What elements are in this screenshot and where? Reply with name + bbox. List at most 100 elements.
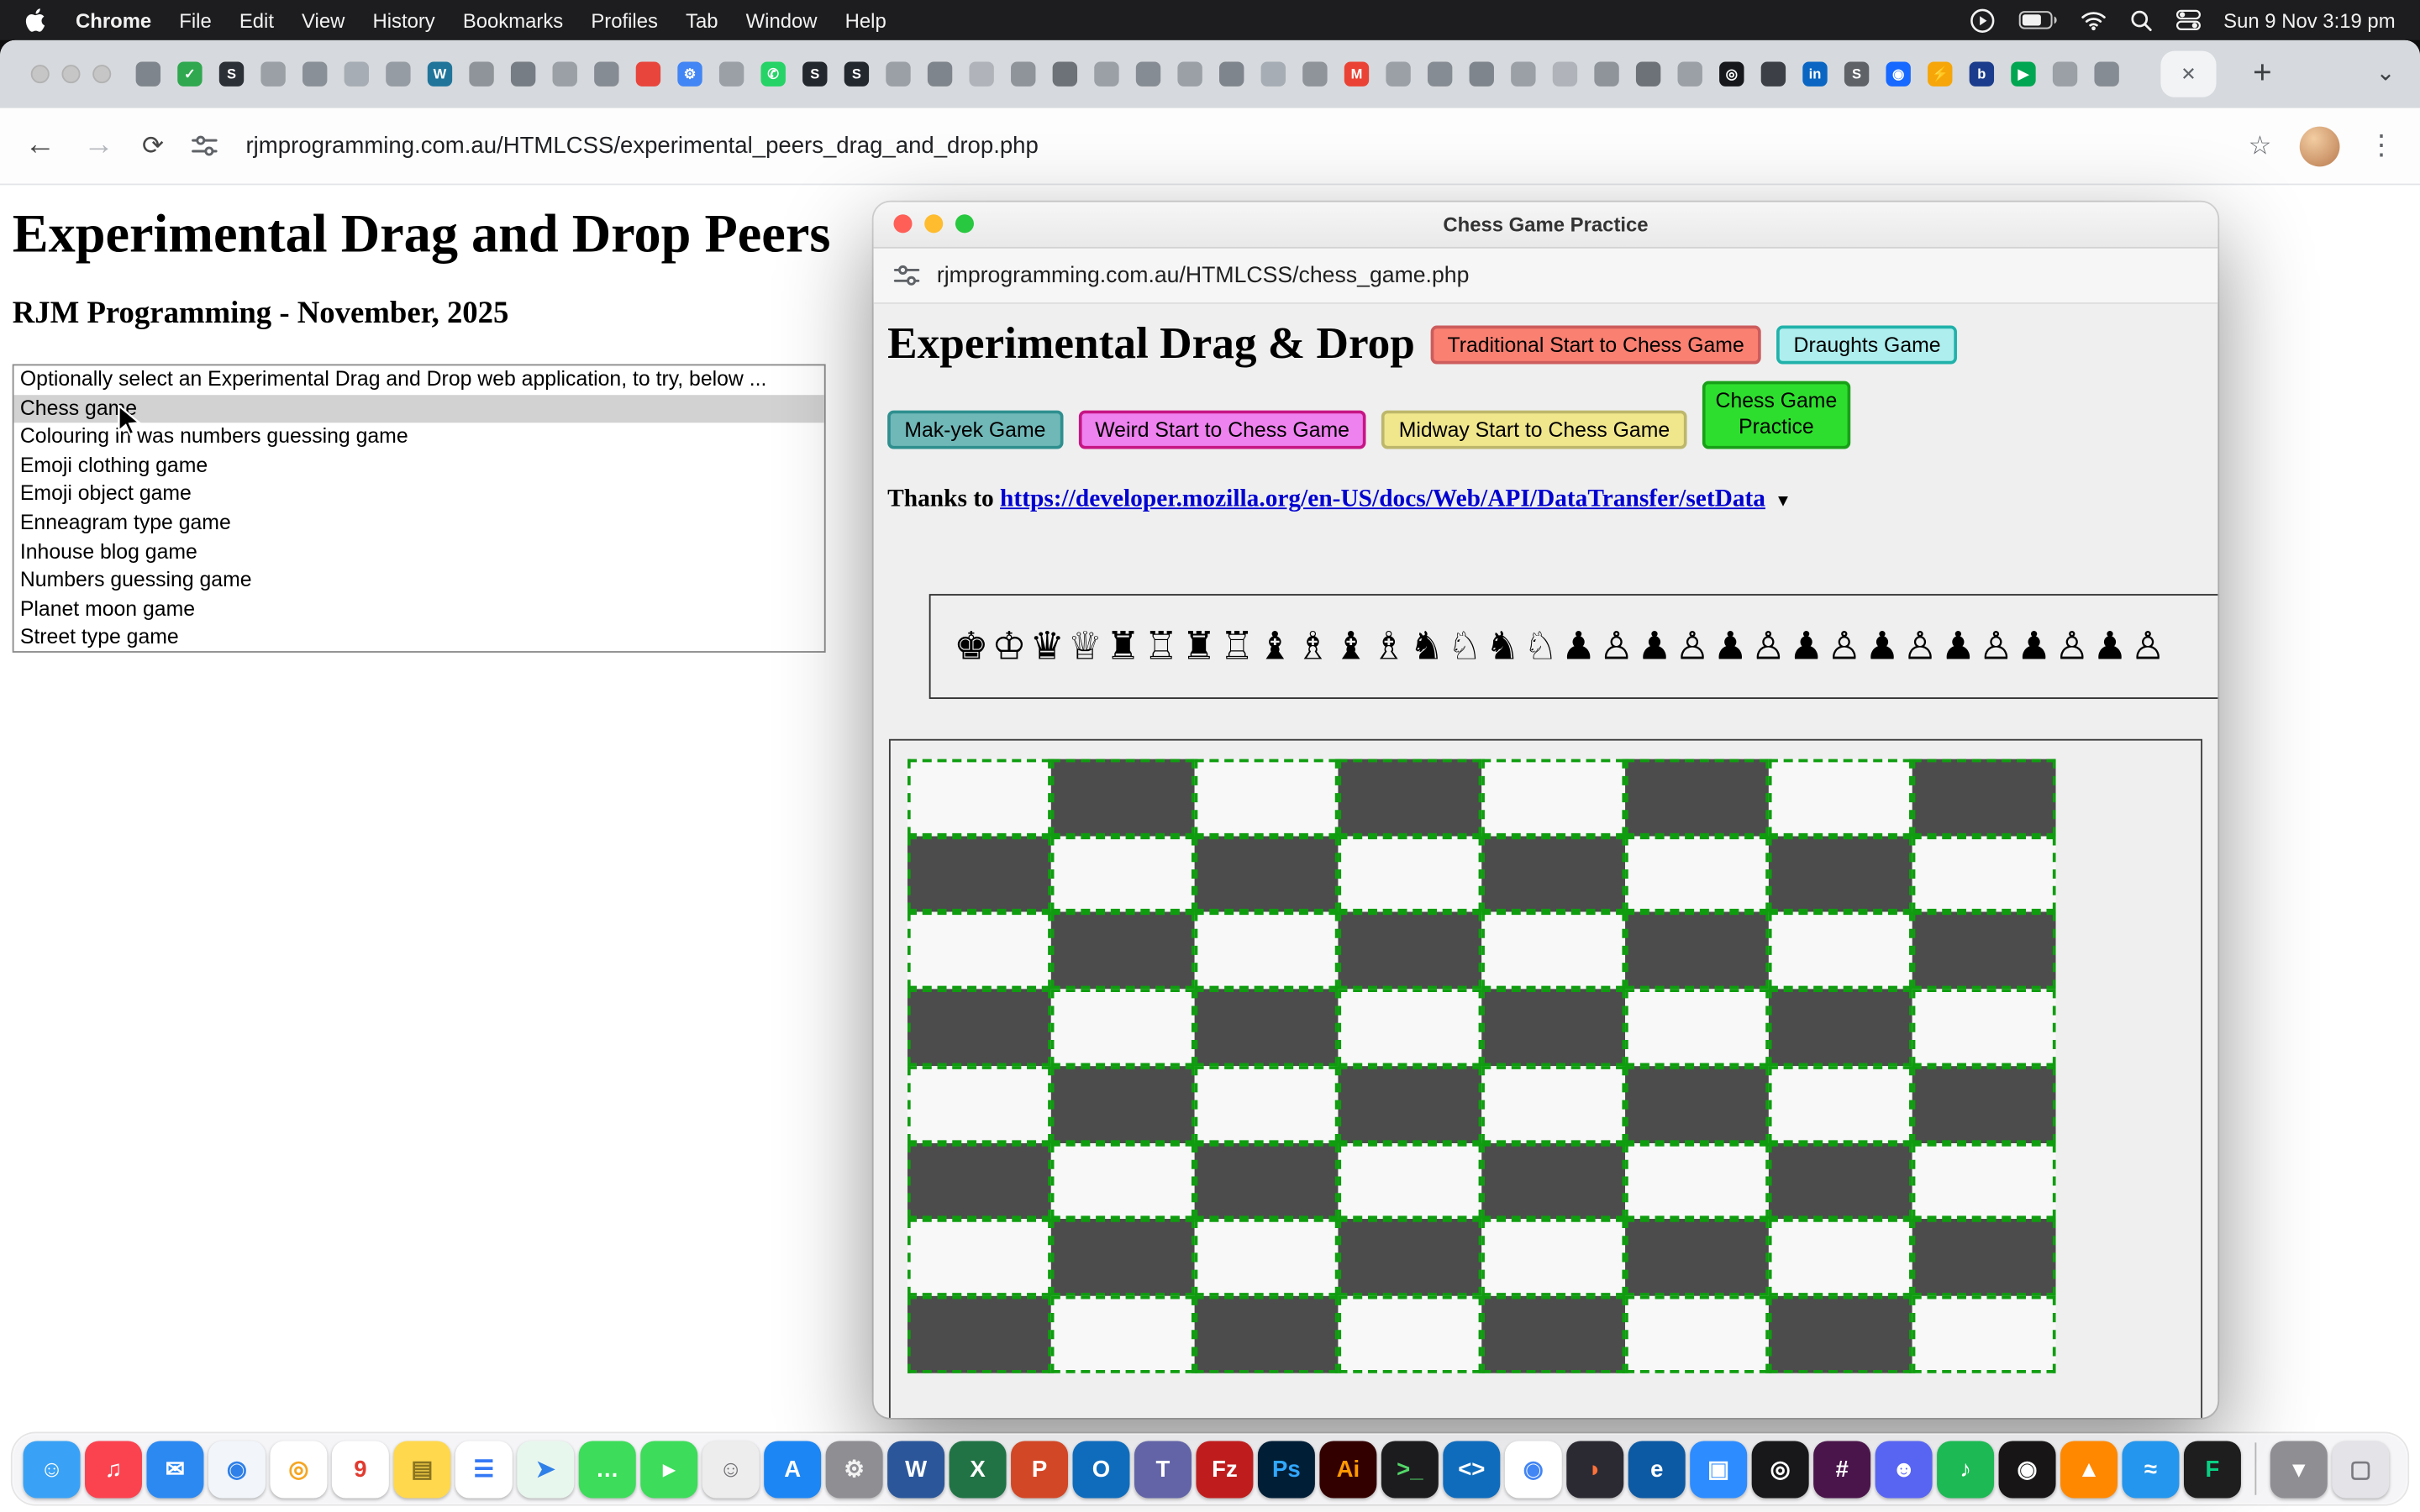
pinned-tab-site-icon[interactable] — [2053, 61, 2077, 86]
menu-item-profiles[interactable]: Profiles — [577, 8, 672, 32]
tray-piece-15[interactable]: ♘ — [1522, 623, 1560, 668]
board-cell-f3[interactable] — [1625, 1142, 1769, 1219]
dock-music-icon[interactable]: ♫ — [85, 1441, 142, 1498]
button-midway-start-to-chess-game[interactable]: Midway Start to Chess Game — [1382, 410, 1687, 449]
pinned-tab-stripe-gray-icon[interactable]: S — [1844, 61, 1869, 86]
pinned-tab-site-icon[interactable] — [1678, 61, 1702, 86]
menu-item-edit[interactable]: Edit — [225, 8, 287, 32]
tray-piece-11[interactable]: ♗ — [1370, 623, 1407, 668]
pinned-tab-site-icon[interactable] — [1053, 61, 1077, 86]
board-cell-f7[interactable] — [1625, 836, 1769, 912]
tray-piece-14[interactable]: ♞ — [1484, 623, 1522, 668]
button-chess-game-practice[interactable]: Chess Game Practice — [1702, 381, 1850, 449]
board-cell-a4[interactable] — [908, 1066, 1051, 1142]
tray-piece-20[interactable]: ♟ — [1712, 623, 1749, 668]
board-cell-b2[interactable] — [1051, 1219, 1195, 1295]
tray-piece-5[interactable]: ♖ — [1142, 623, 1180, 668]
board-cell-c5[interactable] — [1195, 989, 1339, 1065]
pinned-tab-site-icon[interactable] — [1302, 61, 1327, 86]
control-center-icon[interactable] — [2175, 9, 2200, 31]
new-tab-button[interactable]: + — [2253, 55, 2272, 92]
tray-piece-13[interactable]: ♘ — [1445, 623, 1483, 668]
dock-excel-icon[interactable]: X — [950, 1441, 1007, 1498]
dock-docker-icon[interactable]: ≈ — [2123, 1441, 2180, 1498]
tray-piece-18[interactable]: ♟ — [1635, 623, 1673, 668]
dock-zoom-icon[interactable]: ▣ — [1690, 1441, 1747, 1498]
board-cell-f4[interactable] — [1625, 1066, 1769, 1142]
dock-firefox-icon[interactable]: ◗ — [1566, 1441, 1623, 1498]
dock-edge-icon[interactable]: e — [1628, 1441, 1686, 1498]
tray-piece-8[interactable]: ♝ — [1256, 623, 1294, 668]
tray-piece-26[interactable]: ♟ — [1939, 623, 1977, 668]
board-cell-b7[interactable] — [1051, 836, 1195, 912]
pinned-tab-site-icon[interactable] — [1011, 61, 1035, 86]
now-playing-icon[interactable] — [1969, 7, 1995, 33]
board-cell-h7[interactable] — [1912, 836, 2056, 912]
board-cell-g2[interactable] — [1769, 1219, 1912, 1295]
tray-piece-0[interactable]: ♚ — [952, 623, 990, 668]
board-cell-c4[interactable] — [1195, 1066, 1339, 1142]
board-cell-f6[interactable] — [1625, 912, 1769, 989]
popup-close-button[interactable] — [893, 214, 912, 233]
pinned-tab-site-icon[interactable] — [594, 61, 618, 86]
board-cell-e2[interactable] — [1481, 1219, 1625, 1295]
board-cell-f5[interactable] — [1625, 989, 1769, 1065]
dock-trash-icon[interactable]: ▢ — [2332, 1441, 2389, 1498]
site-info-icon[interactable] — [192, 134, 218, 158]
pinned-tab-site-icon[interactable] — [1470, 61, 1494, 86]
board-cell-c7[interactable] — [1195, 836, 1339, 912]
pinned-tab-gmail-icon[interactable]: M — [1344, 61, 1369, 86]
board-cell-d4[interactable] — [1338, 1066, 1481, 1142]
tray-piece-31[interactable]: ♙ — [2129, 623, 2167, 668]
board-cell-c3[interactable] — [1195, 1142, 1339, 1219]
board-cell-e7[interactable] — [1481, 836, 1625, 912]
board-cell-d5[interactable] — [1338, 989, 1481, 1065]
tray-piece-28[interactable]: ♟ — [2015, 623, 2053, 668]
board-cell-b4[interactable] — [1051, 1066, 1195, 1142]
pinned-tab-dark-ring-icon[interactable]: ◎ — [1719, 61, 1744, 86]
dock-chrome-icon[interactable]: ◉ — [1505, 1441, 1562, 1498]
pinned-tab-site-icon[interactable] — [928, 61, 952, 86]
popup-title-bar[interactable]: Chess Game Practice — [874, 202, 2218, 249]
pinned-tab-site-icon[interactable] — [1094, 61, 1118, 86]
dock-calendar-icon[interactable]: 9 — [332, 1441, 389, 1498]
dock-vscode-icon[interactable]: <> — [1443, 1441, 1500, 1498]
board-cell-f1[interactable] — [1625, 1296, 1769, 1373]
dock-photos-icon[interactable]: ◎ — [270, 1441, 327, 1498]
board-cell-a7[interactable] — [908, 836, 1051, 912]
board-cell-b5[interactable] — [1051, 989, 1195, 1065]
menu-item-file[interactable]: File — [166, 8, 226, 32]
board-cell-g8[interactable] — [1769, 759, 1912, 835]
dock-slack-icon[interactable]: # — [1813, 1441, 1870, 1498]
pinned-tab-site-icon[interactable] — [1136, 61, 1160, 86]
active-tab[interactable]: ✕ — [2160, 51, 2216, 97]
dock-downloads-icon[interactable]: ▾ — [2270, 1441, 2328, 1498]
dock-filezilla-icon[interactable]: Fz — [1196, 1441, 1253, 1498]
board-cell-e1[interactable] — [1481, 1296, 1625, 1373]
dock-reminders-icon[interactable]: ☰ — [455, 1441, 513, 1498]
board-cell-e6[interactable] — [1481, 912, 1625, 989]
board-cell-d1[interactable] — [1338, 1296, 1481, 1373]
listbox-option-street-type-game[interactable]: Street type game — [14, 624, 824, 653]
dock-system-settings-icon[interactable]: ⚙ — [826, 1441, 883, 1498]
board-cell-h6[interactable] — [1912, 912, 2056, 989]
dock-finder-icon[interactable]: ☺ — [24, 1441, 81, 1498]
board-cell-d3[interactable] — [1338, 1142, 1481, 1219]
board-cell-g1[interactable] — [1769, 1296, 1912, 1373]
pinned-tab-site-icon[interactable] — [302, 61, 327, 86]
pinned-tab-site-icon[interactable] — [1386, 61, 1410, 86]
tray-piece-7[interactable]: ♖ — [1218, 623, 1255, 668]
setdata-doc-link[interactable]: https://developer.mozilla.org/en-US/docs… — [1000, 486, 1765, 512]
pinned-tab-site-icon[interactable] — [260, 61, 285, 86]
board-cell-a1[interactable] — [908, 1296, 1051, 1373]
reload-button[interactable]: ⟳ — [142, 130, 164, 161]
forward-button[interactable]: → — [83, 128, 114, 163]
dock-teams-icon[interactable]: T — [1134, 1441, 1192, 1498]
tray-piece-10[interactable]: ♝ — [1332, 623, 1370, 668]
board-cell-h8[interactable] — [1912, 759, 2056, 835]
button-mak-yek-game[interactable]: Mak-yek Game — [887, 410, 1063, 449]
tray-piece-12[interactable]: ♞ — [1407, 623, 1445, 668]
pinned-tab-linkedin-icon[interactable]: in — [1802, 61, 1827, 86]
menu-item-bookmarks[interactable]: Bookmarks — [449, 8, 577, 32]
tray-piece-23[interactable]: ♙ — [1825, 623, 1863, 668]
